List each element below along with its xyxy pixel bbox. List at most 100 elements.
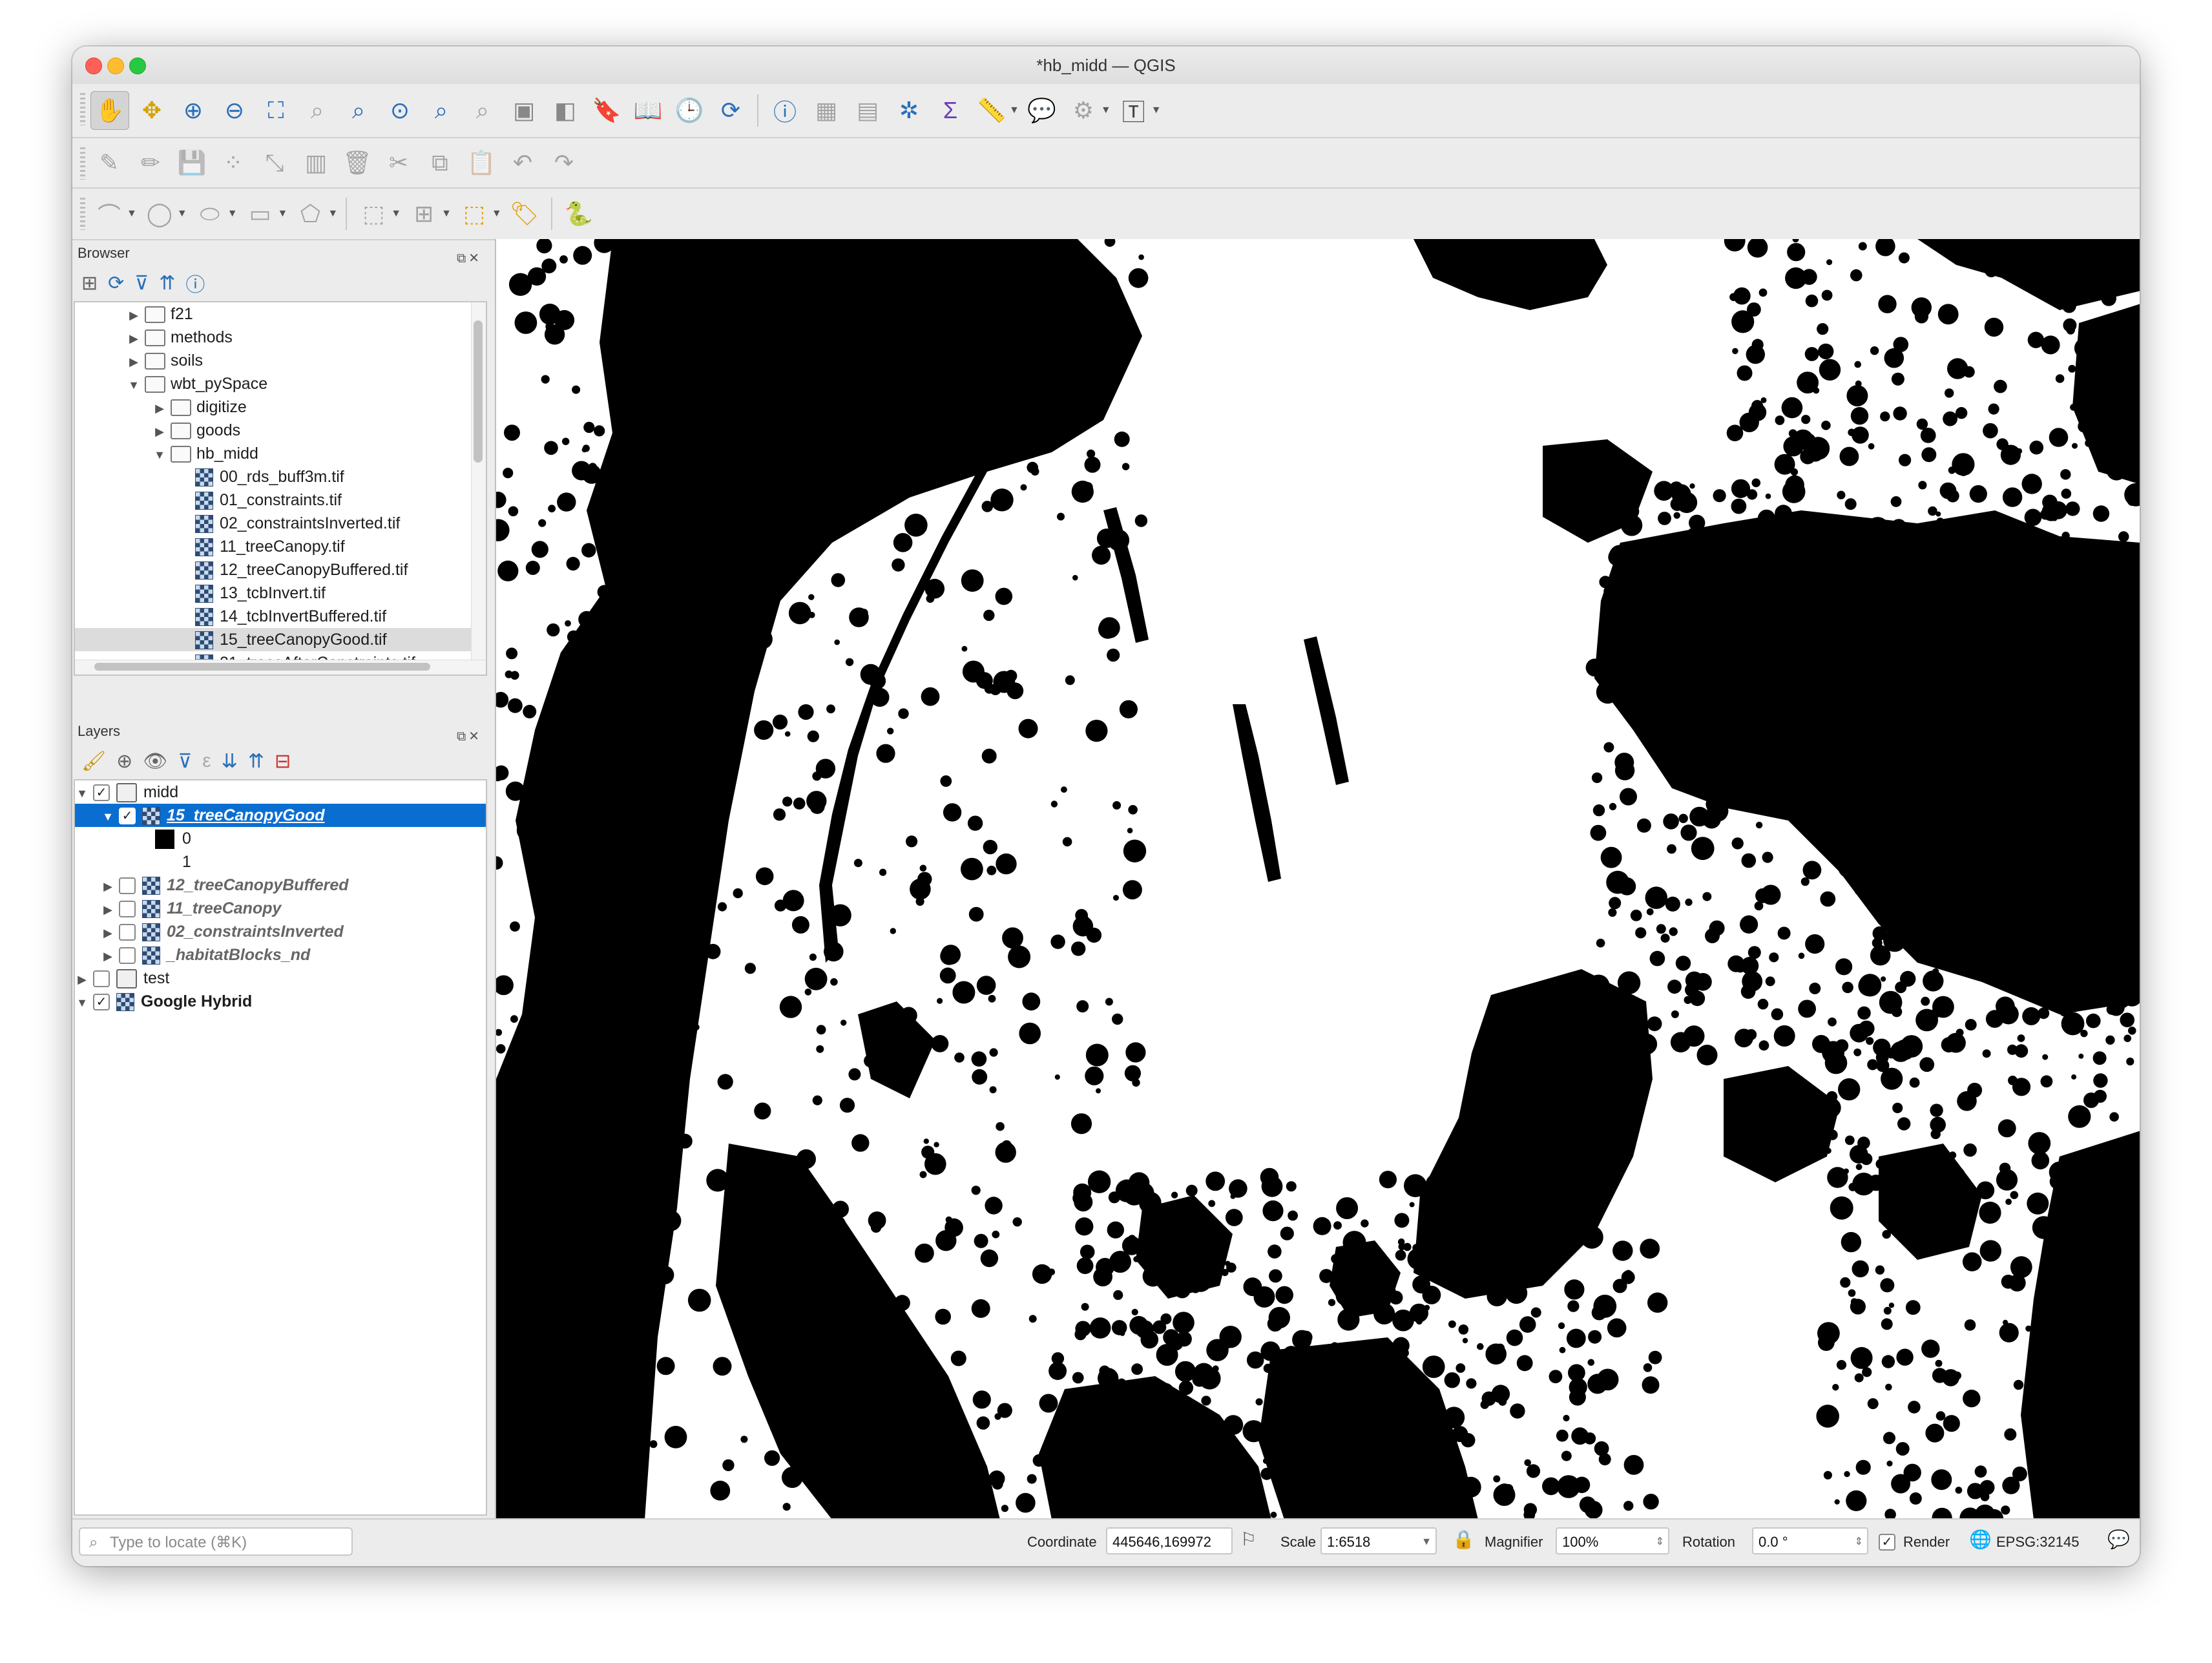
refresh-icon[interactable]: ⟳ bbox=[108, 272, 124, 295]
locator-search-input[interactable]: ⌕ Type to locate (⌘K) bbox=[79, 1527, 353, 1556]
add-rectangle-dropdown-icon[interactable]: ▼ bbox=[278, 208, 288, 220]
collapse-arrow-icon[interactable]: ▼ bbox=[75, 991, 89, 1014]
chevron-down-icon[interactable]: ▼ bbox=[1421, 1529, 1432, 1556]
layer-visibility-checkbox[interactable] bbox=[119, 947, 136, 965]
browser-tree[interactable]: ▶ f21 ▶ methods ▶ soils ▼ wbt_pySpace ▶ digitize ▶… bbox=[74, 301, 487, 676]
browser-folder-item[interactable]: ▼ wbt_pySpace bbox=[75, 372, 486, 395]
expand-arrow-icon[interactable]: ▶ bbox=[127, 304, 141, 327]
add-ellipse-dropdown-icon[interactable]: ▼ bbox=[227, 208, 238, 220]
zoom-to-selection-icon[interactable]: ⌕ bbox=[298, 92, 336, 129]
select-features-dropdown-icon[interactable]: ▼ bbox=[391, 208, 401, 220]
layer-visibility-checkbox[interactable] bbox=[119, 901, 136, 918]
expand-arrow-icon[interactable]: ▶ bbox=[152, 397, 167, 420]
collapse-arrow-icon[interactable]: ▼ bbox=[101, 805, 115, 828]
open-attribute-table-icon[interactable]: ▦ bbox=[808, 92, 845, 129]
layer-visibility-checkbox[interactable]: ✓ bbox=[93, 784, 110, 802]
save-edits-icon[interactable]: 💾 bbox=[173, 144, 211, 182]
deselect-all-icon[interactable]: ⬚ bbox=[455, 195, 493, 233]
zoom-last-icon[interactable]: ⌕ bbox=[423, 92, 460, 129]
add-group-icon[interactable]: ⊕ bbox=[116, 750, 132, 773]
browser-file-item[interactable]: 13_tcbInvert.tif bbox=[75, 581, 486, 605]
delete-selected-icon[interactable]: 🗑 bbox=[339, 144, 376, 182]
cut-features-icon[interactable]: ✂ bbox=[380, 144, 417, 182]
refresh-icon[interactable]: ⟳ bbox=[712, 92, 749, 129]
layer-visibility-checkbox[interactable]: ✓ bbox=[119, 808, 136, 825]
globe-icon[interactable]: 🌐 bbox=[1969, 1529, 1992, 1550]
zoom-native-icon[interactable]: ⊙ bbox=[381, 92, 419, 129]
layer-group-midd[interactable]: ▼ ✓ midd bbox=[75, 780, 486, 804]
manage-visibility-icon[interactable]: 👁 bbox=[143, 750, 167, 773]
rotation-field[interactable]: 0.0 ° ⇕ bbox=[1752, 1527, 1868, 1554]
map-tips-icon[interactable]: 💬 bbox=[1023, 92, 1061, 129]
layers-tree[interactable]: ▼ ✓ midd ▼ ✓ 15_treeCanopyGood 0 1 ▶ 12_treeC… bbox=[74, 779, 487, 1516]
map-canvas[interactable] bbox=[495, 239, 2140, 1520]
toggle-extents-icon[interactable]: ⚐ bbox=[1240, 1529, 1257, 1550]
layer-item-02-constraintsinverted[interactable]: ▶ 02_constraintsInverted bbox=[75, 920, 486, 943]
toggle-editing-icon[interactable]: ✏ bbox=[132, 144, 169, 182]
expand-arrow-icon[interactable]: ▶ bbox=[127, 327, 141, 350]
collapse-arrow-icon[interactable]: ▼ bbox=[152, 443, 167, 466]
text-annotation-icon[interactable]: 🅃 bbox=[1115, 92, 1153, 129]
layer-visibility-checkbox[interactable] bbox=[93, 970, 110, 988]
processing-toolbox-icon[interactable]: ✲ bbox=[890, 92, 928, 129]
select-features-icon[interactable]: ⬚ bbox=[355, 195, 392, 233]
close-window-button[interactable] bbox=[85, 58, 102, 74]
annotation-dropdown-icon[interactable]: ▼ bbox=[1151, 105, 1162, 116]
render-checkbox[interactable]: ✓ bbox=[1879, 1534, 1895, 1551]
browser-folder-item[interactable]: ▶ digitize bbox=[75, 395, 486, 419]
copy-features-icon[interactable]: ⧉ bbox=[421, 144, 459, 182]
expand-arrow-icon[interactable]: ▶ bbox=[101, 945, 115, 968]
undo-icon[interactable]: ↶ bbox=[504, 144, 541, 182]
panel-float-close-icons[interactable]: ⧉✕ bbox=[457, 246, 482, 271]
browser-folder-item[interactable]: ▶ soils bbox=[75, 349, 486, 372]
browser-file-item[interactable]: 14_tcbInvertBuffered.tif bbox=[75, 605, 486, 628]
new-3d-map-icon[interactable]: ◧ bbox=[547, 92, 584, 129]
zoom-to-layer-icon[interactable]: ⌕ bbox=[340, 92, 377, 129]
expand-arrow-icon[interactable]: ▶ bbox=[101, 875, 115, 898]
pan-map-icon[interactable]: ✋ bbox=[90, 91, 129, 130]
layer-visibility-checkbox[interactable]: ✓ bbox=[93, 994, 110, 1011]
scroll-thumb[interactable] bbox=[474, 320, 483, 463]
modify-attributes-icon[interactable]: ▥ bbox=[297, 144, 335, 182]
select-by-value-icon[interactable]: ⊞ bbox=[405, 195, 443, 233]
zoom-full-icon[interactable]: ⛶ bbox=[257, 92, 295, 129]
lock-scale-icon[interactable]: 🔒 bbox=[1452, 1529, 1475, 1550]
select-location-icon[interactable]: ⚙ bbox=[1065, 92, 1102, 129]
measure-dropdown-icon[interactable]: ▼ bbox=[1009, 105, 1019, 116]
deselect-dropdown-icon[interactable]: ▼ bbox=[492, 208, 502, 220]
add-circle-icon[interactable]: ◯ bbox=[141, 195, 178, 233]
show-bookmarks-icon[interactable]: 📖 bbox=[629, 92, 667, 129]
browser-folder-item[interactable]: ▶ goods bbox=[75, 419, 486, 442]
python-plugin-icon[interactable]: 🐍 bbox=[560, 195, 598, 233]
layer-visibility-checkbox[interactable] bbox=[119, 924, 136, 941]
field-calculator-icon[interactable]: ▤ bbox=[849, 92, 886, 129]
browser-file-item[interactable]: 11_treeCanopy.tif bbox=[75, 535, 486, 558]
coordinate-field[interactable]: 445646,169972 bbox=[1106, 1527, 1233, 1554]
add-selected-layers-icon[interactable]: ⊞ bbox=[81, 272, 98, 295]
new-map-view-icon[interactable]: ▣ bbox=[505, 92, 543, 129]
pan-to-selection-icon[interactable]: ✥ bbox=[133, 92, 171, 129]
browser-file-item[interactable]: 01_constraints.tif bbox=[75, 488, 486, 512]
browser-horizontal-scrollbar[interactable] bbox=[75, 660, 486, 675]
select-location-dropdown-icon[interactable]: ▼ bbox=[1101, 105, 1111, 116]
add-circle-dropdown-icon[interactable]: ▼ bbox=[177, 208, 187, 220]
expand-arrow-icon[interactable]: ▶ bbox=[101, 898, 115, 921]
digitize-shape-dropdown-icon[interactable]: ▼ bbox=[127, 208, 137, 220]
filter-icon[interactable]: ⊽ bbox=[134, 272, 149, 295]
collapse-arrow-icon[interactable]: ▼ bbox=[127, 373, 141, 397]
filter-legend-icon[interactable]: ⊽ bbox=[178, 750, 192, 773]
panel-float-close-icons[interactable]: ⧉✕ bbox=[457, 724, 482, 749]
stepper-icon[interactable]: ⇕ bbox=[1656, 1529, 1664, 1556]
temporal-controller-icon[interactable]: 🕒 bbox=[671, 92, 708, 129]
expand-arrow-icon[interactable]: ▶ bbox=[152, 420, 167, 443]
messages-icon[interactable]: 💬 bbox=[2107, 1529, 2130, 1550]
redo-icon[interactable]: ↷ bbox=[545, 144, 583, 182]
digitize-shape-icon[interactable]: ⌒ bbox=[90, 195, 128, 233]
stepper-icon[interactable]: ⇕ bbox=[1855, 1529, 1863, 1556]
style-manager-icon[interactable]: 🖌 bbox=[81, 750, 106, 773]
filter-expression-icon[interactable]: ε bbox=[202, 750, 211, 772]
browser-file-item[interactable]: 02_constraintsInverted.tif bbox=[75, 512, 486, 535]
layer-item-12-treecanopybuffered[interactable]: ▶ 12_treeCanopyBuffered bbox=[75, 873, 486, 897]
layer-item-google-hybrid[interactable]: ▼ ✓ Google Hybrid bbox=[75, 990, 486, 1013]
expand-arrow-icon[interactable]: ▶ bbox=[75, 968, 89, 991]
